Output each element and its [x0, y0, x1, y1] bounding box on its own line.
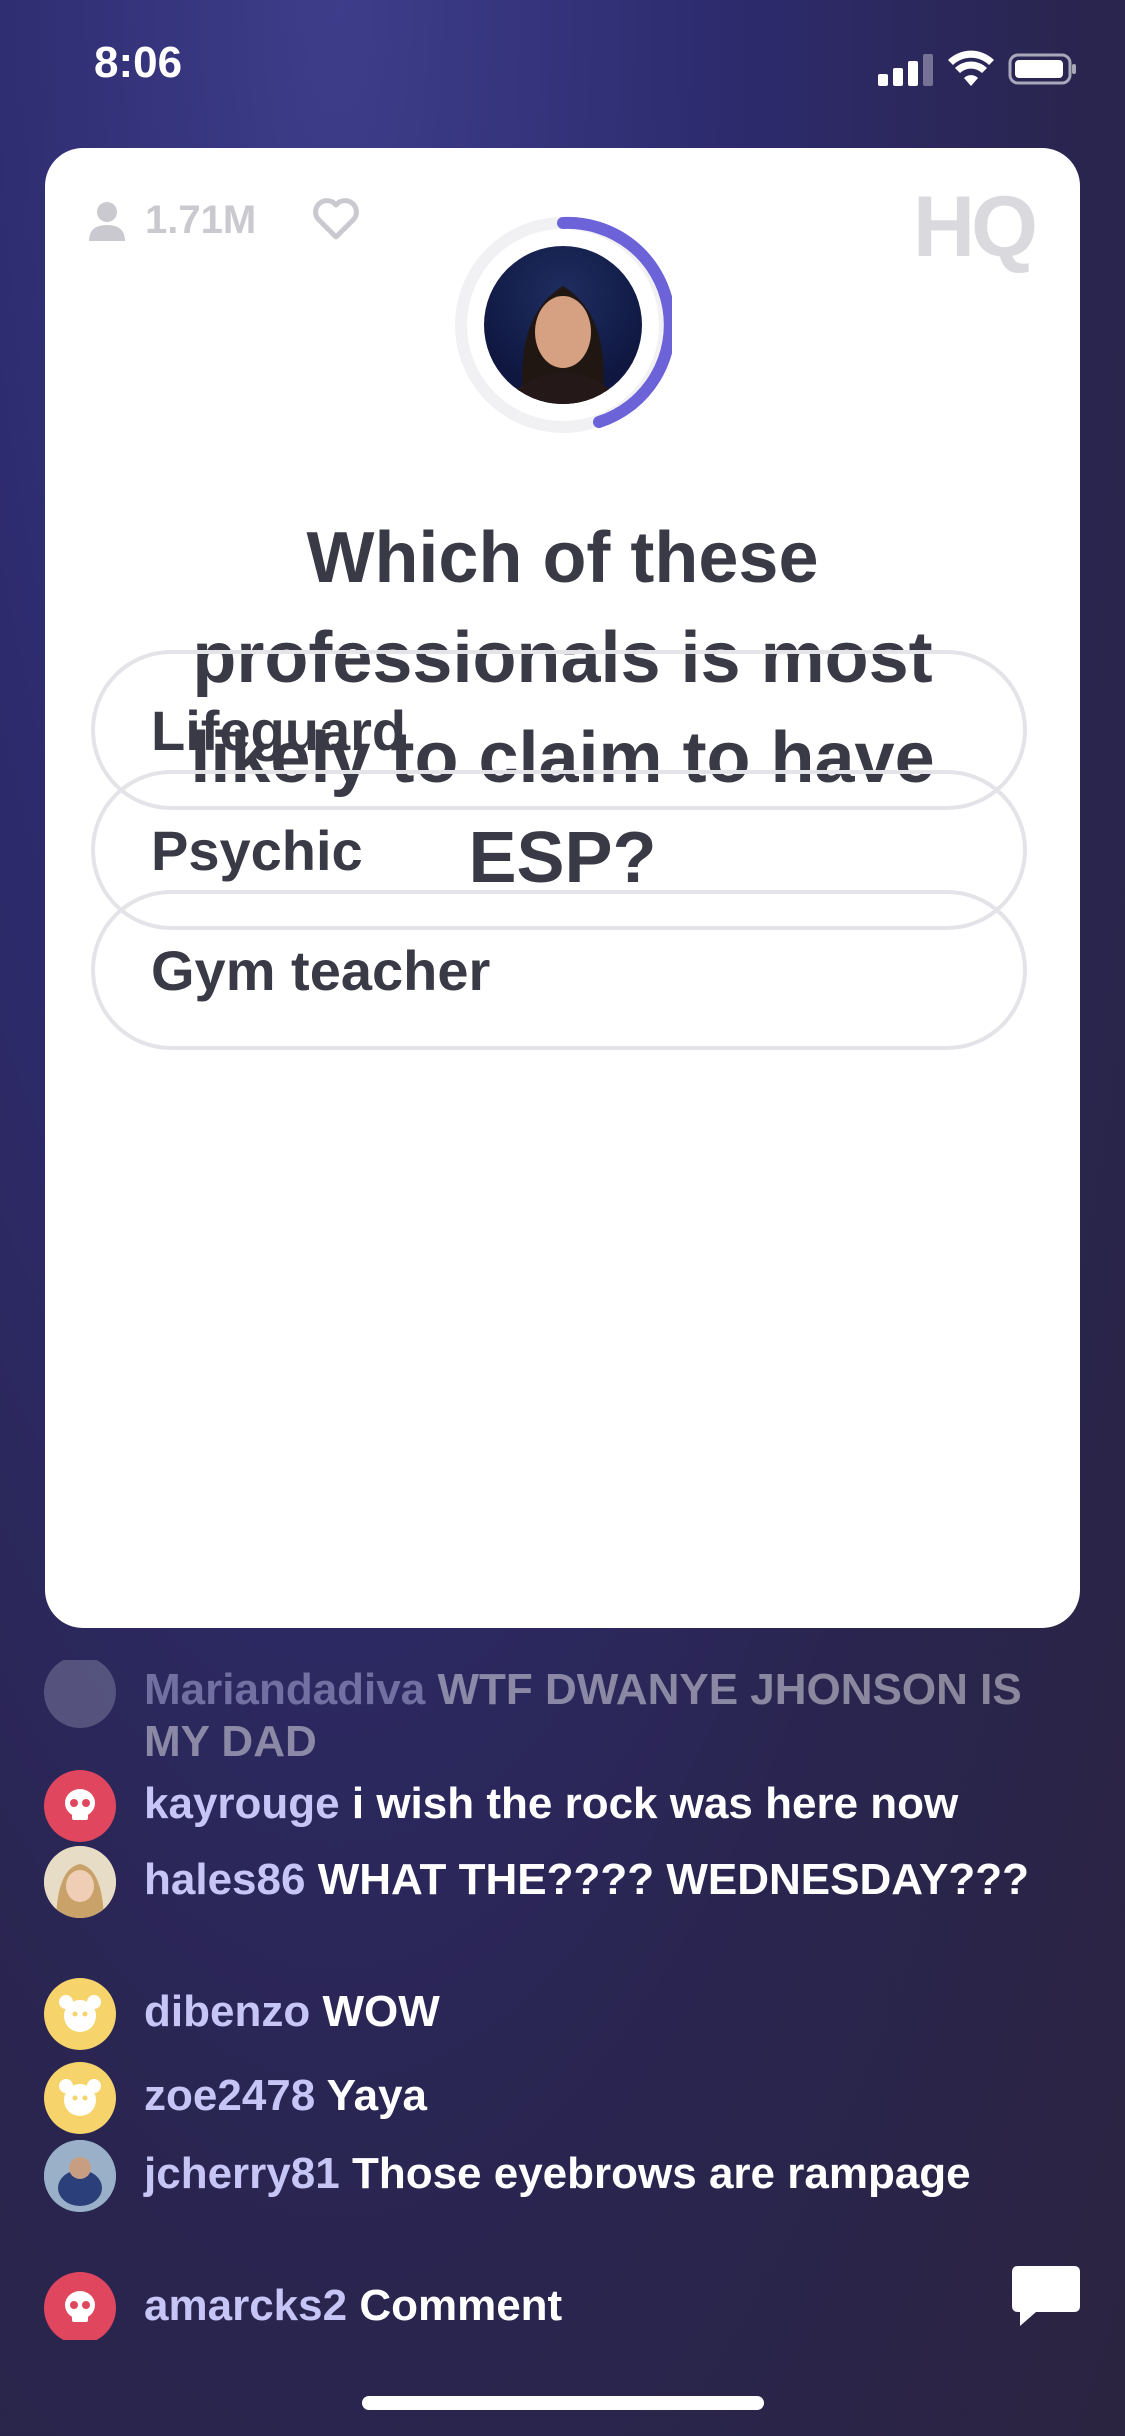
user-avatar [44, 1846, 116, 1918]
chat-message: Mariandadiva WTF DWANYE JHONSON IS MY DA… [44, 1660, 1054, 1768]
wifi-icon [948, 50, 994, 86]
viewer-count: 1.71M [89, 198, 256, 243]
chat-message: amarcks2 Comment [44, 2272, 1054, 2340]
question-card: 1.71M HQ Which of these professionals is… [45, 148, 1080, 1628]
user-avatar [44, 2140, 116, 2212]
chat-username: kayrouge [144, 1779, 340, 1828]
answer-label: Gym teacher [151, 938, 491, 1002]
heart-icon[interactable] [313, 198, 359, 240]
bear-icon [44, 2062, 116, 2134]
chat-text: WOW [322, 1987, 440, 2036]
skull-icon [44, 2272, 116, 2340]
chat-text: WHAT THE???? WEDNESDAY??? [317, 1855, 1029, 1904]
answer-option-3[interactable]: Gym teacher [91, 890, 1027, 1050]
chat-username: zoe2478 [144, 2071, 316, 2120]
answer-label: Psychic [151, 818, 363, 882]
skull-icon [44, 1770, 116, 1842]
status-bar: 8:06 [0, 0, 1125, 140]
chat-text: Comment [359, 2281, 563, 2330]
chat-bubble-icon[interactable] [1010, 2262, 1082, 2330]
battery-icon [1008, 53, 1076, 85]
chat-message: zoe2478 Yaya [44, 2062, 1054, 2134]
chat-username: jcherry81 [144, 2149, 340, 2198]
chat-message: dibenzo WOW [44, 1978, 1054, 2050]
chat-message: kayrouge i wish the rock was here now [44, 1770, 1054, 1842]
hq-logo: HQ [913, 179, 1038, 275]
answer-label: Lifeguard [151, 698, 407, 762]
home-indicator[interactable] [362, 2396, 764, 2410]
viewer-count-label: 1.71M [145, 198, 257, 242]
chat-text: i wish the rock was here now [351, 1779, 959, 1828]
user-avatar [44, 1660, 116, 1728]
cellular-signal-icon [878, 52, 934, 86]
bear-icon [44, 1978, 116, 2050]
chat-username: dibenzo [144, 1987, 311, 2036]
chat-message: jcherry81 Those eyebrows are rampage [44, 2140, 1054, 2212]
chat-text: Yaya [326, 2071, 428, 2120]
chat-username: hales86 [144, 1855, 306, 1904]
chat-username: amarcks2 [144, 2281, 348, 2330]
person-icon [89, 201, 125, 241]
chat-message: hales86 WHAT THE???? WEDNESDAY??? [44, 1846, 1054, 1918]
host-avatar [484, 246, 642, 404]
status-time: 8:06 [94, 38, 183, 87]
chat-text: Those eyebrows are rampage [351, 2149, 971, 2198]
chat-feed[interactable]: Mariandadiva WTF DWANYE JHONSON IS MY DA… [0, 1660, 1125, 2340]
chat-username: Mariandadiva [144, 1665, 426, 1714]
